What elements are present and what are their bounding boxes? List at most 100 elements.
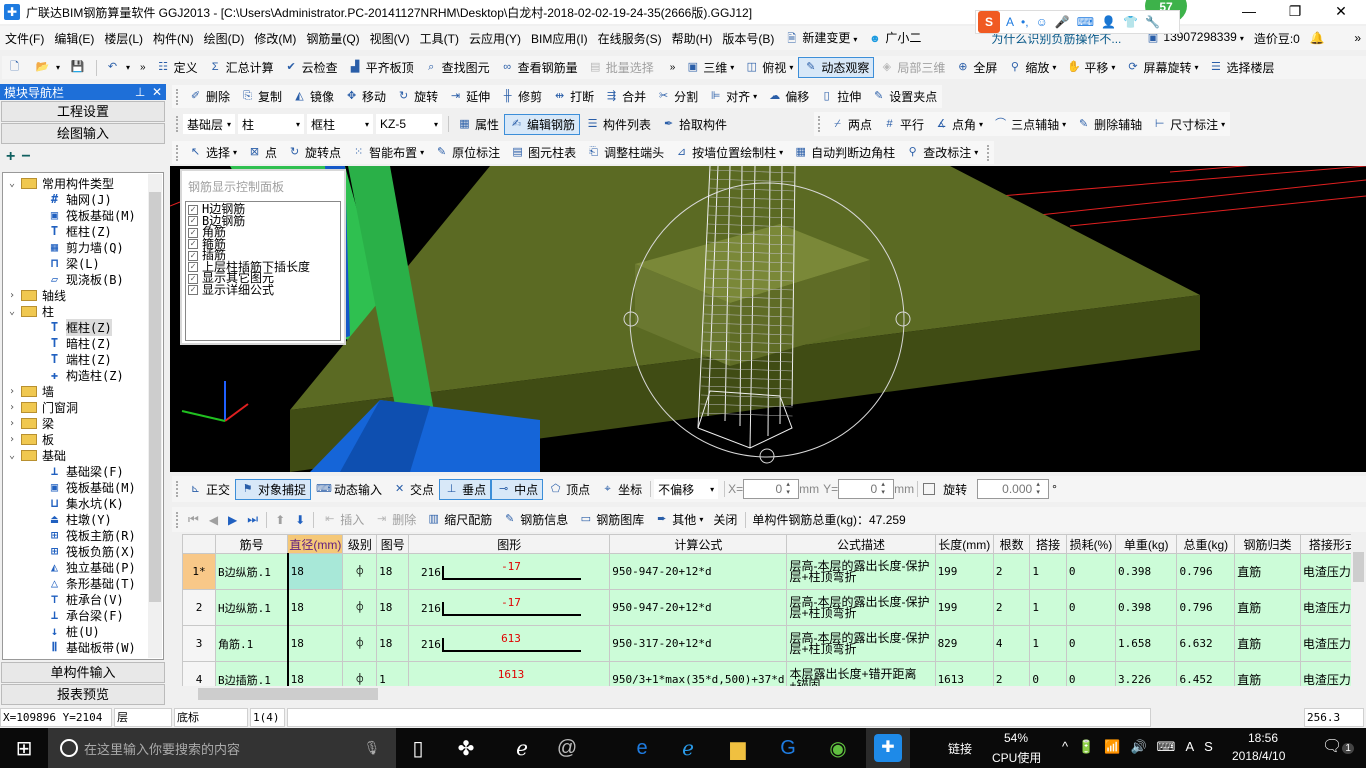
edit-rebar-button[interactable]: ✍ 编辑钢筋 — [504, 113, 581, 135]
cell-no[interactable]: 1* — [182, 553, 217, 590]
chevron-down-icon[interactable]: ▾ — [1111, 63, 1115, 72]
cell-fig[interactable]: 216 -17 — [408, 589, 611, 626]
smart-layout-button[interactable]: ⁙ 智能布置 ▾ — [346, 142, 429, 163]
ime-tool-icon[interactable]: ☺ — [1036, 15, 1048, 29]
floors-button[interactable]: ☰ 选择楼层 — [1203, 57, 1279, 78]
chevron-down-icon[interactable]: ▾ — [730, 63, 734, 72]
perpendicular-button[interactable]: ⊥ 垂点 — [439, 478, 492, 500]
cell-unit-w[interactable]: 1.658 — [1114, 625, 1178, 662]
restore-button[interactable]: ❐ — [1272, 0, 1318, 24]
scale-rebar-button[interactable]: ▥ 缩尺配筋 — [421, 509, 497, 530]
collapse-all-icon[interactable]: − — [21, 148, 30, 166]
assistant-button[interactable]: ☻ 广小二 — [862, 29, 926, 47]
tree-item[interactable]: T 框柱(Z) — [47, 223, 112, 239]
cell-category[interactable]: 直筋 — [1234, 625, 1301, 662]
other-button[interactable]: ➨ 其他 ▾ — [649, 509, 708, 530]
table-horizontal-scrollbar[interactable] — [182, 686, 1366, 702]
cell-dia[interactable]: 18 — [286, 553, 344, 590]
tree-item[interactable]: ⊞ 筏板负筋(X) — [47, 543, 136, 559]
glasses-button[interactable]: ∞ 查看钢筋量 — [495, 57, 583, 78]
task-view-icon[interactable]: ▯ — [396, 728, 440, 768]
tray-icon[interactable]: 📶 — [1104, 739, 1120, 755]
chevron-down-icon[interactable]: ▾ — [699, 515, 703, 524]
3d-viewport[interactable] — [170, 166, 1366, 472]
next-record-button[interactable]: ▶ — [223, 509, 242, 530]
menu-item[interactable]: 钢筋量(Q) — [301, 30, 364, 47]
overflow-button[interactable]: » — [135, 57, 151, 78]
checkbox-checked[interactable]: ✓ — [188, 273, 198, 284]
close-button[interactable]: ✕ — [1318, 0, 1364, 24]
last-record-button[interactable]: ⏭ — [242, 509, 263, 530]
tree-item[interactable]: ⊥ 基础梁(F) — [47, 463, 124, 479]
chevron-down-icon[interactable]: ⌄ — [9, 450, 21, 461]
3d-scene[interactable] — [170, 166, 1366, 472]
column-header[interactable]: 直径(mm) — [287, 534, 344, 554]
cell-grade[interactable]: ⌽ — [342, 625, 378, 662]
split-button[interactable]: ✂ 分割 — [651, 86, 703, 107]
pin-icon[interactable]: ⊥ — [135, 85, 145, 99]
tree-scrollbar[interactable] — [148, 174, 162, 658]
cell-length[interactable]: 199 — [934, 589, 994, 626]
menu-item[interactable]: 编辑(E) — [49, 30, 99, 47]
chevron-right-icon[interactable]: › — [9, 386, 21, 397]
menu-item[interactable]: 版本号(B) — [717, 30, 779, 47]
minimize-button[interactable]: — — [1226, 0, 1272, 24]
column-header[interactable]: 单重(kg) — [1114, 534, 1178, 554]
column-header[interactable]: 图形 — [408, 534, 611, 554]
tree-folder[interactable]: ⌄ 柱 — [9, 303, 54, 319]
in-place-annotation-button[interactable]: ✎ 原位标注 — [429, 142, 505, 163]
tray-icon[interactable]: S — [1204, 739, 1213, 755]
cell-total-w[interactable]: 0.796 — [1176, 553, 1236, 590]
offset-button[interactable]: ☁ 偏移 — [762, 86, 814, 107]
cell-desc[interactable]: 层高-本层的露出长度-保护层+柱顶弯折 — [786, 589, 936, 626]
link-label[interactable]: 链接 — [948, 740, 972, 757]
binoculars-button[interactable]: ⌕ 查找图元 — [419, 57, 495, 78]
menu-item[interactable]: BIM应用(I) — [526, 30, 593, 47]
align-top-button[interactable]: ▟ 平齐板顶 — [343, 57, 419, 78]
extend-button[interactable]: ⇥ 延伸 — [443, 86, 495, 107]
tree-item[interactable]: Ⅱ 基础板带(W) — [47, 639, 136, 655]
eyedropper-button[interactable]: ✒ 拾取构件 — [656, 114, 732, 135]
chevron-down-icon[interactable]: ▾ — [233, 148, 237, 157]
cell-name[interactable]: H边纵筋.1 — [215, 589, 289, 626]
screen-rotate-button[interactable]: ⟳ 屏幕旋转 ▾ — [1120, 57, 1203, 78]
menu-item[interactable]: 帮助(H) — [667, 30, 718, 47]
cell-no[interactable]: 3 — [182, 625, 217, 662]
cell-formula[interactable]: 950-947-20+12*d — [609, 589, 788, 626]
cell-fig[interactable]: 216 613 — [408, 625, 611, 662]
column-header[interactable]: 钢筋归类 — [1234, 534, 1301, 554]
tree-item[interactable]: ▣ 筏板基础(M) — [47, 207, 136, 223]
tray-icon[interactable]: ^ — [1062, 739, 1068, 755]
prev-record-button[interactable]: ◀ — [204, 509, 223, 530]
object-snap-button[interactable]: ⚑ 对象捕捉 — [235, 478, 312, 500]
chevron-down-icon[interactable]: ▾ — [979, 120, 983, 129]
cell-fig-no[interactable]: 18 — [376, 553, 410, 590]
menu-item[interactable]: 云应用(Y) — [464, 30, 526, 47]
cell-fig-no[interactable]: 18 — [376, 589, 410, 626]
rebar-library-button[interactable]: ▭ 钢筋图库 — [573, 509, 649, 530]
checkbox-checked[interactable]: ✓ — [188, 250, 198, 261]
column-header[interactable]: 筋号 — [215, 534, 289, 554]
rebar-info-button[interactable]: ✎ 钢筋信息 — [497, 509, 573, 530]
cell-desc[interactable]: 层高-本层的露出长度-保护层+柱顶弯折 — [786, 625, 936, 662]
first-record-button[interactable]: ⏮ — [183, 509, 204, 530]
menu-item[interactable]: 视图(V) — [365, 30, 415, 47]
cell-fig[interactable]: 216 -17 — [408, 553, 611, 590]
file-explorer-icon[interactable]: ▆ — [716, 728, 760, 768]
tree-item[interactable]: ▣ 筏板基础(M) — [47, 479, 136, 495]
cube-button[interactable]: ▣ 三维 ▾ — [680, 57, 739, 78]
cell-count[interactable]: 2 — [992, 553, 1031, 590]
midpoint-button[interactable]: ⊸ 中点 — [491, 478, 544, 500]
tree-item[interactable]: T 框柱(Z) — [47, 318, 112, 336]
adjust-column-end-button[interactable]: ⎗ 调整柱端头 — [581, 142, 669, 163]
edge-icon[interactable]: e — [620, 728, 664, 768]
column-header[interactable]: 计算公式 — [609, 534, 788, 554]
ime-tool-icon[interactable]: 🔧 — [1145, 15, 1160, 29]
point-angle-button[interactable]: ∡ 点角 ▾ — [929, 114, 988, 135]
column-header[interactable]: 级别 — [342, 534, 378, 554]
cell-grade[interactable]: ⌽ — [342, 553, 378, 590]
spiral-app-icon[interactable]: @ — [545, 728, 589, 768]
notification-center-icon[interactable]: 🗨 1 — [1322, 736, 1354, 756]
cell-lap[interactable]: 1 — [1029, 625, 1067, 662]
tree-item[interactable]: ⊔ 集水坑(K) — [47, 495, 124, 511]
